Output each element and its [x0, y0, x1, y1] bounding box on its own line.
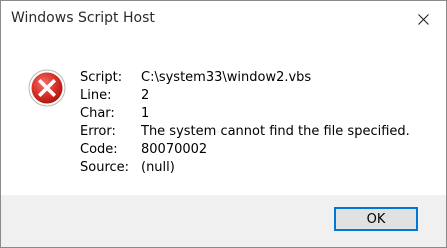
detail-row-source: Source: (null): [80, 159, 410, 177]
dialog-footer: OK: [1, 195, 446, 247]
detail-row-error: Error: The system cannot find the file s…: [80, 123, 410, 141]
line-label: Line:: [80, 88, 112, 103]
char-value: 1: [141, 106, 150, 121]
script-label: Script:: [80, 70, 123, 85]
error-icon: [28, 69, 66, 107]
error-details: Script: C:\system33\window2.vbs Line: 2 …: [80, 69, 410, 177]
close-button[interactable]: [400, 1, 446, 37]
window-title: Windows Script Host: [11, 10, 155, 26]
detail-row-char: Char: 1: [80, 105, 410, 123]
char-label: Char:: [80, 106, 115, 121]
dialog-window: Windows Script Host Script: C:\system33\…: [0, 0, 447, 248]
title-bar[interactable]: Windows Script Host: [1, 1, 446, 37]
error-label: Error:: [80, 124, 116, 139]
error-value: The system cannot find the file specifie…: [141, 124, 410, 139]
detail-row-script: Script: C:\system33\window2.vbs: [80, 69, 410, 87]
detail-row-code: Code: 80070002: [80, 141, 410, 159]
ok-button[interactable]: OK: [334, 207, 418, 231]
detail-row-line: Line: 2: [80, 87, 410, 105]
code-label: Code:: [80, 142, 118, 157]
code-value: 80070002: [141, 142, 208, 157]
source-value: (null): [141, 160, 175, 175]
dialog-content: Script: C:\system33\window2.vbs Line: 2 …: [1, 37, 446, 195]
close-icon: [417, 13, 429, 25]
line-value: 2: [141, 88, 150, 103]
source-label: Source:: [80, 160, 130, 175]
script-value: C:\system33\window2.vbs: [141, 70, 312, 85]
